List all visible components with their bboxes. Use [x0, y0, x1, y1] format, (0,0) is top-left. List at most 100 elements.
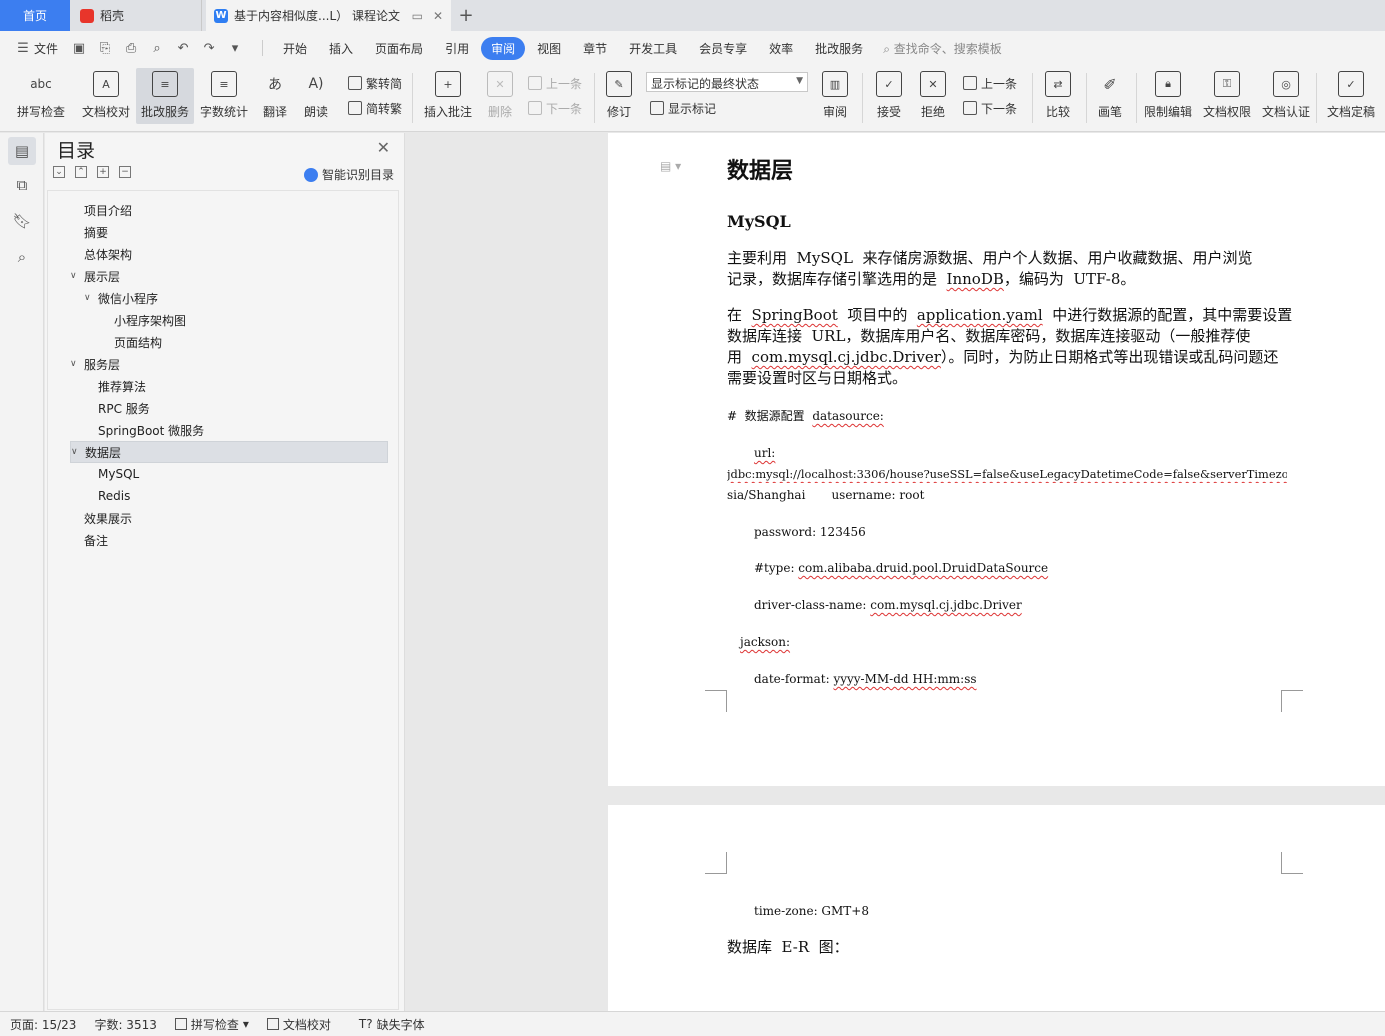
to-traditional-button[interactable]: 繁转简: [348, 73, 402, 93]
doc-final-button[interactable]: ✓ 文档定稿: [1320, 68, 1382, 124]
search-icon[interactable]: ⌕: [8, 243, 36, 271]
margin-corner-mark: [1281, 852, 1303, 874]
prev-comment-button[interactable]: 上一条: [528, 73, 582, 93]
review-pane-icon: ▥: [822, 71, 848, 97]
redo-icon[interactable]: ↷: [200, 40, 218, 56]
doc-rights-button[interactable]: ⚿ 文档权限: [1199, 68, 1255, 124]
menu-start[interactable]: 开始: [273, 37, 317, 60]
insert-comment-button[interactable]: + 插入批注: [420, 68, 476, 124]
menu-insert[interactable]: 插入: [319, 37, 363, 60]
to-simplified-button[interactable]: 简转繁: [348, 98, 402, 118]
review-pane-button[interactable]: ▥ 审阅: [816, 68, 854, 124]
pin-icon[interactable]: ▭: [412, 9, 423, 23]
chevron-down-icon[interactable]: ∨: [84, 293, 98, 303]
toc-item[interactable]: ∨ 数据层: [70, 441, 388, 463]
prev-change-button[interactable]: 上一条: [963, 73, 1017, 93]
read-aloud-button[interactable]: A) 朗读: [298, 68, 334, 124]
code-text: driver-class-name:: [754, 598, 871, 612]
toc-item-label: RPC 服务: [98, 401, 150, 416]
toc-item[interactable]: RPC 服务: [70, 397, 388, 419]
bookmark-icon[interactable]: 🔖︎: [8, 207, 36, 235]
smart-toc-button[interactable]: 智能识别目录: [303, 166, 394, 183]
menu-section[interactable]: 章节: [573, 37, 617, 60]
hamburger-icon[interactable]: ☰: [14, 40, 32, 56]
code-line: url:: [754, 446, 776, 460]
print-icon[interactable]: ⎙: [122, 40, 140, 56]
toc-item[interactable]: 小程序架构图: [70, 309, 388, 331]
toc-item[interactable]: 推荐算法: [70, 375, 388, 397]
menu-view[interactable]: 视图: [527, 37, 571, 60]
spellcheck-button[interactable]: abc 拼写检查: [8, 68, 74, 124]
doc-rights-label: 文档权限: [1202, 105, 1251, 119]
paragraph-text: com.mysql.cj.jdbc.Driver: [751, 348, 941, 366]
show-markup-label: 显示标记: [668, 101, 717, 116]
review-service-button[interactable]: ≡ 批改服务: [136, 68, 194, 124]
menu-reference[interactable]: 引用: [435, 37, 479, 60]
toc-item[interactable]: 页面结构: [70, 331, 388, 353]
export-icon[interactable]: ⎘: [96, 40, 114, 56]
tab-document[interactable]: W 基于内容相似度...L） 课程论文 ▭ ✕: [206, 0, 451, 31]
compare-button[interactable]: ⇄ 比较: [1038, 68, 1078, 124]
ribbon-separator: [594, 73, 595, 123]
next-change-button[interactable]: 下一条: [963, 98, 1017, 118]
menu-devtools[interactable]: 开发工具: [619, 37, 687, 60]
add-heading-icon[interactable]: +: [97, 166, 109, 178]
markup-state-select[interactable]: 显示标记的最终状态 ▼: [646, 72, 808, 92]
show-markup-button[interactable]: 显示标记: [650, 98, 716, 118]
proofread-icon: A: [93, 71, 119, 97]
close-tab-icon[interactable]: ✕: [433, 9, 443, 23]
collapse-all-icon[interactable]: ⌃: [75, 166, 87, 178]
toc-item[interactable]: MySQL: [70, 463, 388, 485]
page-options-icon[interactable]: ▤ ▾: [660, 159, 681, 173]
doc-cert-button[interactable]: ◎ 文档认证: [1258, 68, 1314, 124]
toc-pane-icon[interactable]: ▤: [8, 137, 36, 165]
missing-font-status[interactable]: T? 缺失字体: [359, 1016, 425, 1033]
new-tab-button[interactable]: +: [451, 0, 481, 31]
menu-correction[interactable]: 批改服务: [805, 37, 873, 60]
accept-button[interactable]: ✓ 接受: [870, 68, 908, 124]
navigation-icon[interactable]: ⧉: [8, 171, 36, 199]
toc-item[interactable]: 总体架构: [70, 243, 388, 265]
pen-button[interactable]: ✐ 画笔: [1092, 68, 1128, 124]
review-service-label: 批改服务: [140, 105, 189, 119]
toc-item[interactable]: 备注: [70, 529, 388, 551]
proofread-status[interactable]: 文档校对: [266, 1016, 331, 1033]
word-count[interactable]: 字数: 3513: [94, 1016, 156, 1033]
toc-item[interactable]: 效果展示: [70, 507, 388, 529]
toc-item[interactable]: ∨ 服务层: [70, 353, 388, 375]
menu-member[interactable]: 会员专享: [689, 37, 757, 60]
expand-all-icon[interactable]: ⌄: [53, 166, 65, 178]
menu-layout[interactable]: 页面布局: [365, 37, 433, 60]
delete-comment-button[interactable]: ✕ 删除: [480, 68, 520, 124]
next-comment-button[interactable]: 下一条: [528, 98, 582, 118]
toc-item[interactable]: SpringBoot 微服务: [70, 419, 388, 441]
close-icon[interactable]: ✕: [377, 138, 390, 157]
menu-efficiency[interactable]: 效率: [759, 37, 803, 60]
spellcheck-status[interactable]: 拼写检查 ▾: [174, 1016, 249, 1033]
toc-item[interactable]: ∨ 微信小程序: [70, 287, 388, 309]
reject-button[interactable]: ✕ 拒绝: [914, 68, 952, 124]
toc-item[interactable]: 项目介绍: [70, 199, 388, 221]
toc-item[interactable]: 摘要: [70, 221, 388, 243]
more-icon[interactable]: ▾: [226, 40, 244, 56]
menu-file[interactable]: 文件: [34, 37, 68, 60]
proofread-button[interactable]: A 文档校对: [78, 68, 134, 124]
search-box[interactable]: ⌕ 查找命令、搜索模板: [883, 40, 1002, 57]
chevron-down-icon[interactable]: ∨: [70, 271, 84, 281]
tab-wps[interactable]: 稻壳: [72, 0, 202, 31]
save-icon[interactable]: ▣: [70, 40, 88, 56]
toc-item[interactable]: Redis: [70, 485, 388, 507]
toc-item[interactable]: ∨ 展示层: [70, 265, 388, 287]
restrict-edit-button[interactable]: 🔒︎ 限制编辑: [1140, 68, 1196, 124]
revise-button[interactable]: ✎ 修订: [600, 68, 638, 124]
chevron-down-icon[interactable]: ∨: [71, 447, 85, 457]
translate-button[interactable]: あ 翻译: [255, 68, 295, 124]
page-indicator[interactable]: 页面: 15/23: [10, 1016, 76, 1033]
remove-heading-icon[interactable]: −: [119, 166, 131, 178]
undo-icon[interactable]: ↶: [174, 40, 192, 56]
chevron-down-icon[interactable]: ∨: [70, 359, 84, 369]
tab-home[interactable]: 首页: [0, 0, 70, 31]
wordcount-button[interactable]: ≡ 字数统计: [196, 68, 252, 124]
menu-review[interactable]: 审阅: [481, 36, 526, 60]
preview-icon[interactable]: ⌕: [148, 40, 166, 56]
